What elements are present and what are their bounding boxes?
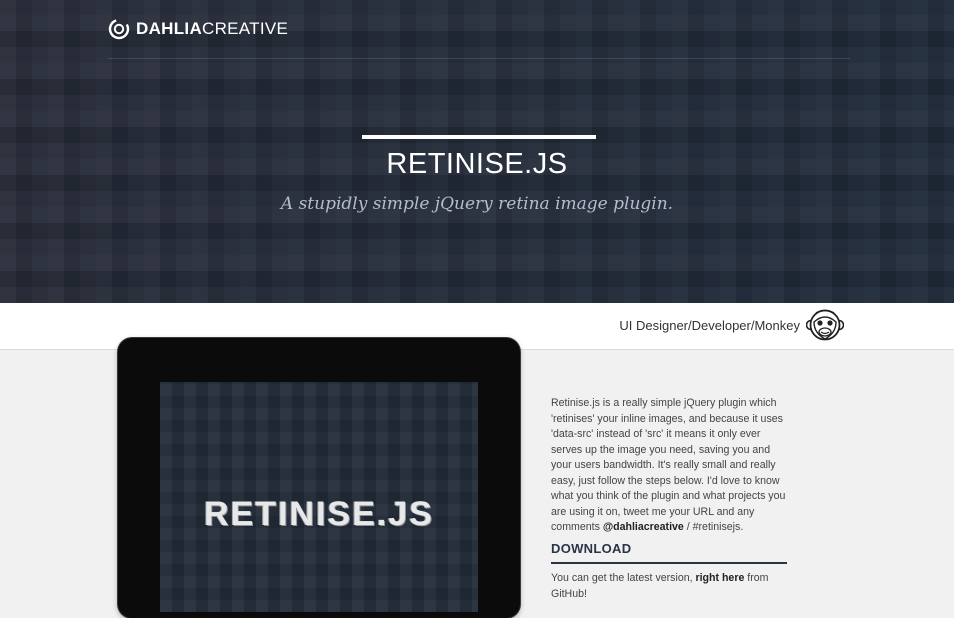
download-link[interactable]: right here — [695, 572, 744, 584]
page-title: RETINISE.JS — [386, 148, 568, 180]
twitter-handle-link[interactable]: @dahliacreative — [603, 521, 684, 533]
brand-name: DAHLIACREATIVE — [136, 19, 289, 38]
dahlia-logo-icon — [108, 18, 130, 40]
download-divider — [551, 562, 787, 564]
monkey-avatar-icon[interactable] — [806, 308, 844, 344]
hero-banner: DAHLIACREATIVE RETINISE.JS A stupidly si… — [0, 0, 954, 303]
title-accent-bar — [362, 135, 596, 139]
page-subtitle: A stupidly simple jQuery retina image pl… — [280, 194, 674, 214]
author-role: UI Designer/Developer/Monkey — [619, 318, 800, 333]
plugin-description: Retinise.js is a really simple jQuery pl… — [551, 397, 786, 533]
tablet-screen-title: RETINISE.JS — [204, 495, 434, 533]
download-text: You can get the latest version, right he… — [551, 572, 769, 600]
header-divider — [108, 58, 850, 59]
download-heading: DOWNLOAD — [551, 541, 632, 556]
brand-logo-link[interactable]: DAHLIACREATIVE — [108, 14, 288, 44]
